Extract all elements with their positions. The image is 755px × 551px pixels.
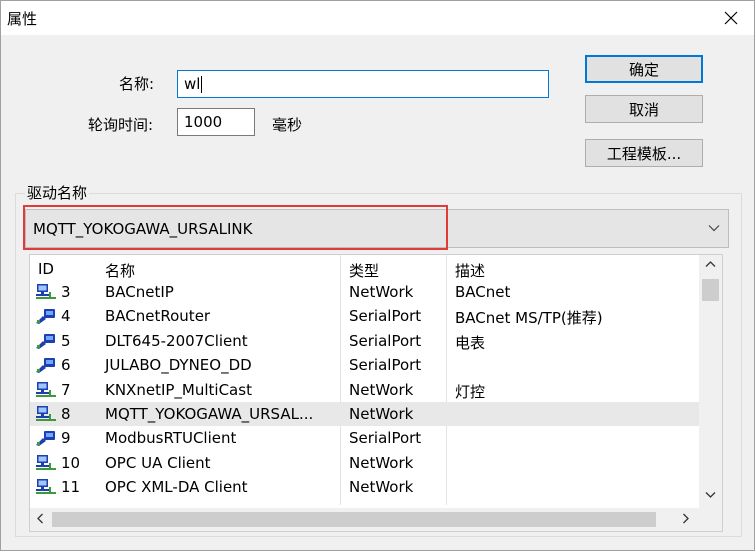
list-item[interactable]: 8 MQTT_YOKOGAWA_URSAL... NetWork	[30, 402, 700, 426]
scroll-up-icon[interactable]	[705, 260, 716, 268]
row-name: OPC UA Client	[105, 453, 211, 472]
properties-dialog: 属性 名称: wl 轮询时间: 1000 毫秒 确定 取消 工程模板... 驱动…	[0, 0, 755, 551]
row-id: 5	[61, 331, 71, 350]
row-type: NetWork	[349, 380, 414, 399]
close-button[interactable]	[708, 1, 754, 35]
list-item[interactable]: 7 KNXnetIP_MultiCast NetWork 灯控	[30, 378, 700, 402]
row-id: 7	[61, 380, 71, 399]
list-item[interactable]: 6 JULABO_DYNEO_DD SerialPort	[30, 353, 700, 377]
scroll-right-icon[interactable]	[682, 513, 690, 524]
network-device-icon	[35, 283, 57, 305]
row-type: SerialPort	[349, 307, 422, 326]
poll-time-input[interactable]: 1000	[177, 108, 255, 136]
row-name: JULABO_DYNEO_DD	[105, 356, 252, 375]
row-name: ModbusRTUClient	[105, 429, 237, 448]
poll-time-value: 1000	[184, 113, 223, 131]
row-id: 8	[61, 405, 71, 423]
list-header: ID 名称 类型 描述	[30, 255, 700, 281]
row-name: KNXnetIP_MultiCast	[105, 380, 252, 399]
row-id: 11	[61, 478, 81, 497]
column-header-id[interactable]: ID	[38, 260, 54, 278]
network-device-icon	[35, 405, 57, 427]
name-label: 名称:	[119, 75, 155, 93]
row-name: BACnetIP	[105, 283, 174, 301]
vertical-scroll-thumb[interactable]	[702, 279, 719, 301]
poll-time-label: 轮询时间:	[88, 116, 154, 134]
list-item[interactable]: 3 BACnetIP NetWork BACnet	[30, 280, 700, 304]
name-input-value: wl	[184, 75, 201, 93]
serial-device-icon	[35, 307, 57, 329]
list-item[interactable]: 5 DLT645-2007Client SerialPort 电表	[30, 329, 700, 353]
network-device-icon	[35, 381, 57, 403]
row-id: 3	[61, 283, 71, 301]
list-item[interactable]: 4 BACnetRouter SerialPort BACnet MS/TP(推荐)	[30, 304, 700, 328]
row-type: NetWork	[349, 283, 414, 301]
row-type: NetWork	[349, 405, 414, 423]
row-name: BACnetRouter	[105, 307, 211, 326]
poll-time-unit: 毫秒	[272, 116, 303, 134]
serial-device-icon	[35, 332, 57, 354]
row-type: NetWork	[349, 453, 414, 472]
driver-list[interactable]: ID 名称 类型 描述 3 BACnetIP NetWork BACnet 4 BACne…	[29, 254, 723, 532]
row-id: 9	[61, 429, 71, 448]
text-caret	[201, 75, 203, 93]
row-type: SerialPort	[349, 331, 422, 350]
row-id: 10	[61, 453, 81, 472]
driver-select-value: MQTT_YOKOGAWA_URSALINK	[33, 219, 253, 238]
cancel-button[interactable]: 取消	[585, 95, 703, 123]
row-name: MQTT_YOKOGAWA_URSAL...	[105, 405, 314, 423]
title-bar: 属性	[1, 1, 754, 35]
row-type: SerialPort	[349, 356, 422, 375]
network-device-icon	[35, 478, 57, 500]
row-id: 6	[61, 356, 71, 375]
vertical-scrollbar[interactable]	[699, 255, 722, 509]
name-input[interactable]: wl	[177, 70, 549, 98]
chevron-down-icon	[708, 225, 720, 232]
serial-device-icon	[35, 429, 57, 451]
row-description: BACnet	[455, 283, 511, 301]
row-name: OPC XML-DA Client	[105, 478, 248, 497]
row-description: BACnet MS/TP(推荐)	[455, 309, 603, 328]
row-description: 灯控	[455, 382, 486, 401]
window-title: 属性	[7, 10, 38, 28]
serial-device-icon	[35, 356, 57, 378]
column-header-name[interactable]: 名称	[105, 260, 135, 281]
row-type: NetWork	[349, 478, 414, 497]
list-item[interactable]: 11 OPC XML-DA Client NetWork	[30, 475, 700, 499]
row-description: 电表	[455, 333, 486, 352]
ok-button[interactable]: 确定	[585, 55, 703, 83]
row-id: 4	[61, 307, 71, 326]
driver-group-label: 驱动名称	[25, 182, 90, 203]
horizontal-scrollbar[interactable]	[30, 508, 722, 531]
list-item[interactable]: 10 OPC UA Client NetWork	[30, 451, 700, 475]
column-header-type[interactable]: 类型	[349, 260, 379, 281]
scroll-left-icon[interactable]	[36, 513, 44, 524]
driver-select[interactable]: MQTT_YOKOGAWA_URSALINK	[25, 209, 729, 248]
row-type: SerialPort	[349, 429, 422, 448]
network-device-icon	[35, 454, 57, 476]
close-icon	[724, 11, 738, 25]
row-name: DLT645-2007Client	[105, 331, 248, 350]
column-header-desc[interactable]: 描述	[455, 260, 485, 281]
list-item[interactable]: 9 ModbusRTUClient SerialPort	[30, 426, 700, 450]
scroll-down-icon[interactable]	[705, 491, 716, 499]
project-template-button[interactable]: 工程模板...	[585, 139, 703, 167]
horizontal-scroll-thumb[interactable]	[52, 512, 656, 527]
